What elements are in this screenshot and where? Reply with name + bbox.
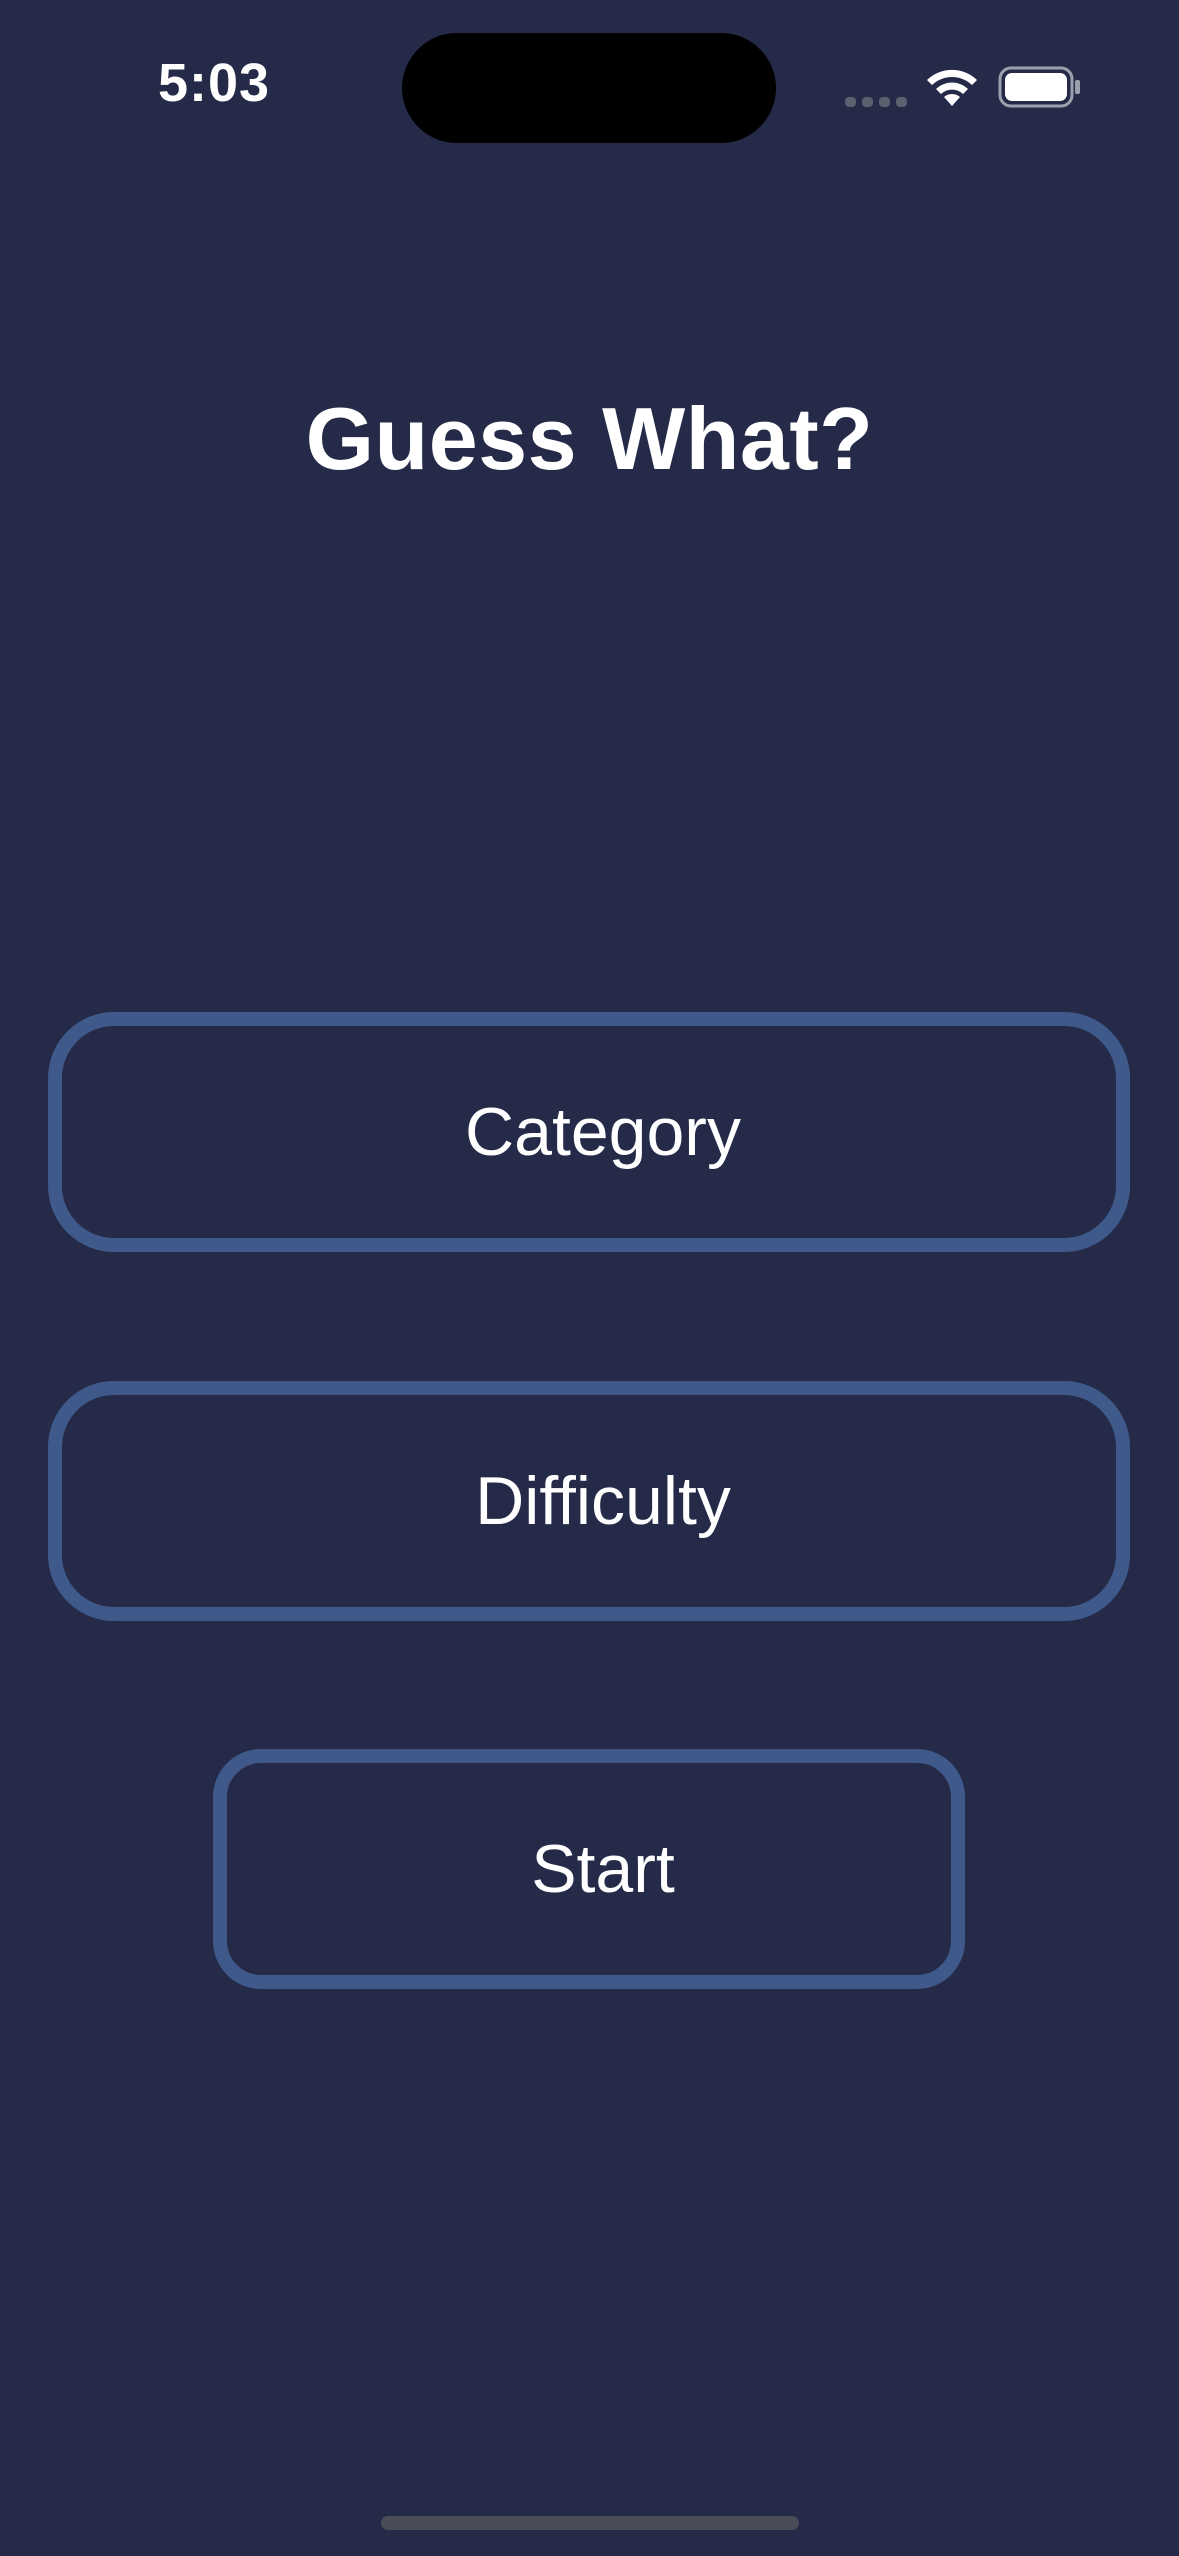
- difficulty-button-label: Difficulty: [475, 1463, 731, 1539]
- category-button-label: Category: [465, 1094, 741, 1170]
- app-title: Guess What?: [305, 389, 874, 488]
- start-button[interactable]: Start: [213, 1749, 965, 1989]
- category-button[interactable]: Category: [48, 1012, 1130, 1252]
- status-time: 5:03: [158, 53, 271, 113]
- home-indicator[interactable]: [381, 2516, 799, 2530]
- start-button-label: Start: [531, 1831, 675, 1907]
- difficulty-button[interactable]: Difficulty: [48, 1381, 1130, 1621]
- battery-icon: [998, 66, 1080, 108]
- dynamic-island: [402, 33, 776, 143]
- status-bar: 5:03: [0, 0, 1179, 170]
- signal-icon: [845, 97, 907, 107]
- wifi-icon: [927, 69, 977, 106]
